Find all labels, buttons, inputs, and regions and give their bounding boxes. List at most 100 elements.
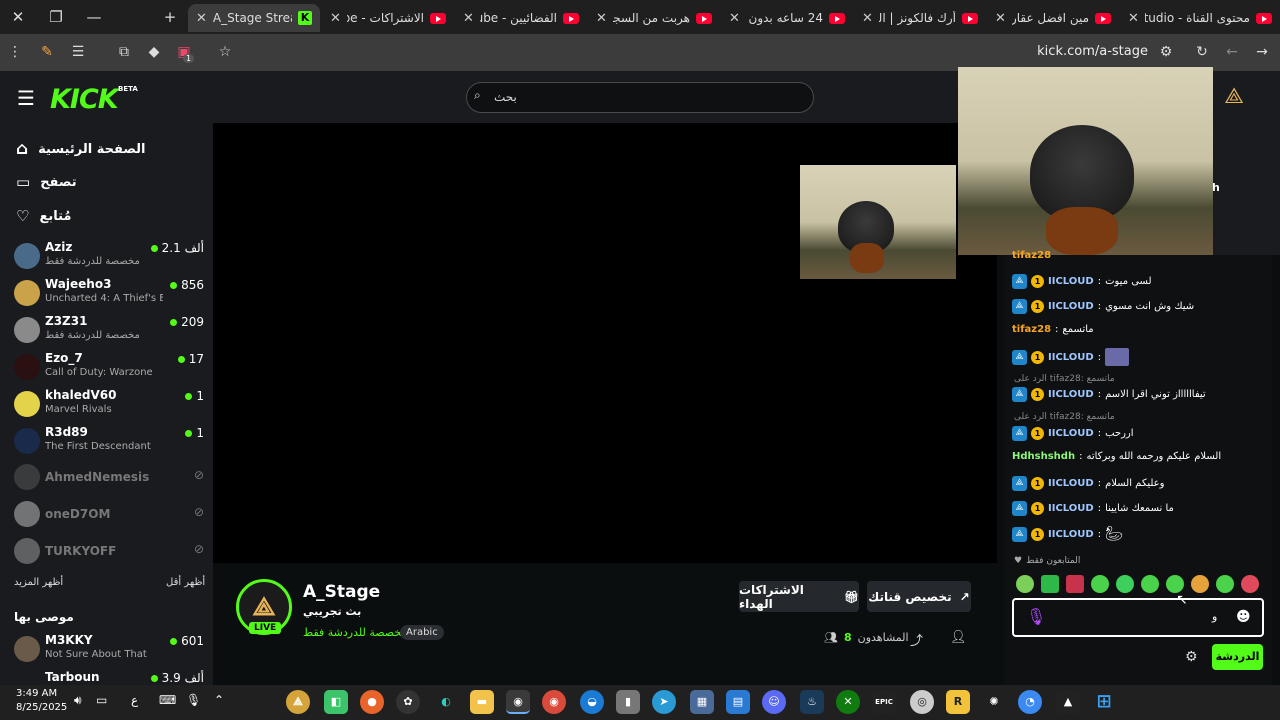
emote-picker-item[interactable] [1141,575,1159,593]
steam-icon[interactable]: ♨ [800,690,824,714]
search-input[interactable] [466,82,814,113]
xbox-icon[interactable]: ✕ [836,690,860,714]
channel-list-item[interactable]: oneD7OM ⊘ [14,498,204,532]
discord-icon[interactable]: ☺ [762,690,786,714]
taskbar-app-icon[interactable]: ▲ [1056,690,1080,714]
sidebar-item-home[interactable]: ⌂ الصفحة الرئيسية [16,137,146,161]
chat-username[interactable]: IICLOUD [1048,352,1094,363]
tab-youtube[interactable]: ✕ هربت من السجن [588,4,720,32]
chat-message[interactable]: ⟁ 1 IICLOUD: [1012,348,1130,366]
new-tab-button[interactable]: + [158,6,182,28]
tab-youtube[interactable]: ✕ مين افضل عقاري [987,4,1119,32]
chat-input[interactable] [1012,598,1264,637]
back-icon[interactable]: → [1251,41,1273,63]
emoji-icon[interactable]: ☻ [1236,609,1251,625]
gift-subscriptions-button[interactable]: الاشتراكات الهداء 🎁︎ [739,581,859,612]
tab-youtube[interactable]: ✕ الاشتراكات - YouTube [322,4,454,32]
url-text[interactable]: kick.com/a-stage [1037,44,1148,59]
tab-a-stage[interactable]: ✕ A_Stage Stream K [188,4,320,32]
close-tab-icon[interactable]: ✕ [995,11,1006,26]
tab-youtube[interactable]: ✕ 24 ساعه بدون جو [721,4,853,32]
close-tab-icon[interactable]: ✕ [729,11,740,26]
chat-message[interactable]: ⟁ 1 IICLOUD: ما نسمعك شايينا [1012,501,1174,516]
taskbar-app-icon[interactable]: ✿ [396,690,420,714]
bookmark-star-icon[interactable]: ☆ [214,41,236,63]
reload-icon[interactable]: ↻ [1191,41,1213,63]
chat-message[interactable]: Hdhshshdh: السلام عليكم ورحمه الله وبركا… [1012,451,1221,462]
reply-reference[interactable]: الرد على tifaz28: ماتسمع [1014,412,1115,422]
follow-user-icon[interactable]: 👤︎ [950,630,967,645]
edge-icon[interactable]: ◒ [580,690,604,714]
mic-tray-icon[interactable]: 🎙︎ [186,693,201,707]
close-tab-icon[interactable]: ✕ [596,11,607,26]
channel-list-item[interactable]: Aziz مخصصة للدردشة فقط 2.1 ألف [14,240,204,274]
chat-message[interactable]: ⟁ 1 IICLOUD: اررحب [1012,426,1134,441]
customize-channel-button[interactable]: تخصيص قناتك ↗ [867,581,971,612]
kick-logo[interactable]: KICK [50,84,119,115]
chat-message[interactable]: ⟁ 1 IICLOUD: 🦢︎ [1012,526,1123,542]
forward-icon[interactable]: ← [1221,41,1243,63]
sidebar-item-browse[interactable]: ▭ تصفح [16,170,77,194]
hamburger-menu-icon[interactable]: ☰ [17,86,35,110]
emote-picker-item[interactable] [1166,575,1184,593]
chat-send-button[interactable]: الدردشة [1212,644,1263,670]
emote-picker-item[interactable] [1066,575,1084,593]
chat-username[interactable]: IICLOUD [1048,276,1094,287]
extensions-puzzle-icon[interactable]: ⧉ [113,41,135,63]
chat-message[interactable]: ⟁ 1 IICLOUD: وعليكم السلام [1012,476,1164,491]
show-less-link[interactable]: أظهر أقل [166,577,205,588]
channel-name-heading[interactable]: A_Stage [303,582,380,602]
channel-list-item[interactable]: Z3Z31 مخصصة للدردشة فقط 209 [14,314,204,348]
emote-picker-item[interactable] [1116,575,1134,593]
chat-message[interactable]: tifaz28 [1012,250,1051,260]
tab-youtube[interactable]: ✕ الفضائيين - YouTube [455,4,587,32]
extension-icon[interactable]: ✎ [36,41,58,63]
chat-username[interactable]: IICLOUD [1048,428,1094,439]
chat-username[interactable]: IICLOUD [1048,389,1094,400]
chat-username[interactable]: IICLOUD [1048,503,1094,514]
calculator-icon[interactable]: ▦ [690,690,714,714]
minimize-window-icon[interactable]: — [82,6,106,28]
emote-picker-item[interactable] [1091,575,1109,593]
emote-picker-item[interactable] [1041,575,1059,593]
taskbar-app-icon[interactable]: ◐ [434,690,458,714]
restore-window-icon[interactable]: ❐ [44,6,68,28]
windows-start-icon[interactable]: ⊞ [1092,690,1116,714]
chat-message[interactable]: tifaz28: ماتسمع [1012,324,1094,335]
close-tab-icon[interactable]: ✕ [862,11,873,26]
filter-icon[interactable]: ☰ [67,41,89,63]
rockstar-icon[interactable]: R [946,690,970,714]
keyboard-icon[interactable]: ⌨ [159,693,176,707]
chat-username[interactable]: IICLOUD [1048,529,1094,540]
taskbar-app-icon[interactable]: ◧ [324,690,348,714]
user-avatar[interactable]: ⟁ [1220,84,1248,112]
chrome-profile-icon[interactable]: ◉ [542,690,566,714]
taskbar-date[interactable]: 8/25/2025 [16,702,67,713]
channel-list-item[interactable]: R3d89 The First Descendant 1 [14,425,204,459]
chat-message[interactable]: ⟁ 1 IICLOUD: تيفااااااز توني اقرا الاسم [1012,387,1206,402]
taskbar-app-icon[interactable]: ⟁ [286,690,310,714]
chat-settings-gear-icon[interactable]: ⚙ [1185,649,1198,665]
emote-picker-item[interactable] [1016,575,1034,593]
microphone-icon[interactable]: 🎙︎ [1026,607,1046,626]
language-tag[interactable]: Arabic [400,625,444,640]
webcam-popout[interactable] [958,67,1213,255]
chat-username[interactable]: tifaz28 [1012,250,1051,260]
chat-username[interactable]: tifaz28 [1012,324,1051,335]
chat-username[interactable]: IICLOUD [1048,478,1094,489]
site-settings-icon[interactable]: ⚙ [1155,41,1177,63]
channel-list-item[interactable]: Wajeeho3 Uncharted 4: A Thief's End 856 [14,277,204,311]
stream-category[interactable]: مخصصة للدردشة فقط [303,626,407,639]
reply-reference[interactable]: الرد على tifaz28: ماتسمع [1014,374,1115,384]
battery-icon[interactable]: ▭ [96,693,107,707]
channel-list-item[interactable]: Ezo_7 Call of Duty: Warzone 17 [14,351,204,385]
tab-youtube[interactable]: ✕ أرك فالكونز | البدا [854,4,986,32]
close-tab-icon[interactable]: ✕ [1128,11,1139,26]
store-icon[interactable]: ▤ [726,690,750,714]
firefox-icon[interactable]: ● [360,690,384,714]
emote-picker-item[interactable] [1241,575,1259,593]
chrome-icon[interactable]: ◉ [506,690,530,714]
epic-games-icon[interactable]: EPIC [872,690,896,714]
taskbar-time[interactable]: 3:49 AM [16,688,57,699]
channel-list-item[interactable]: M3KKY Not Sure About That 601 [14,633,204,667]
